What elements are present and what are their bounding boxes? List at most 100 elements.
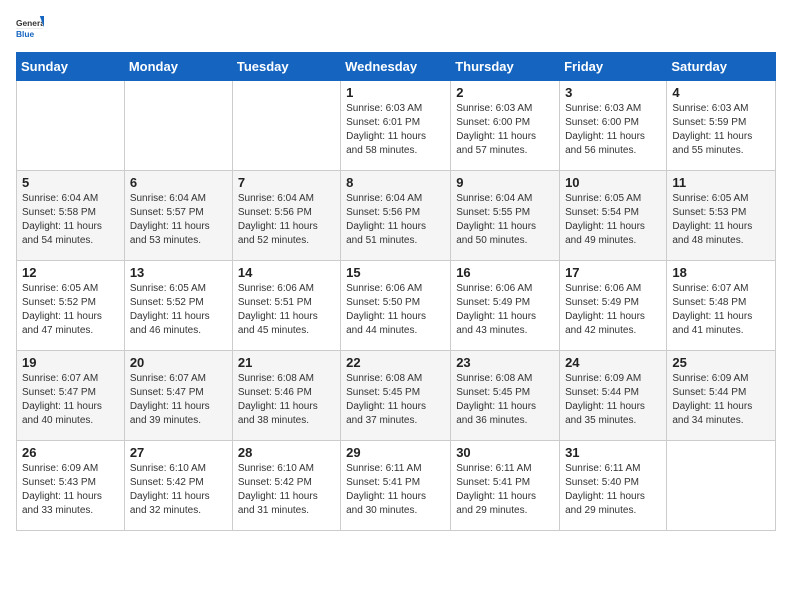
calendar-cell: 1 Sunrise: 6:03 AM Sunset: 6:01 PM Daylig… [341,81,451,171]
calendar-cell [667,441,776,531]
calendar-cell: 17 Sunrise: 6:06 AM Sunset: 5:49 PM Dayli… [560,261,667,351]
day-number: 22 [346,355,445,370]
svg-text:Blue: Blue [16,29,34,39]
logo: General Blue [16,16,44,44]
day-number: 14 [238,265,335,280]
day-info: Sunrise: 6:05 AM Sunset: 5:52 PM Dayligh… [22,282,119,338]
calendar-cell: 24 Sunrise: 6:09 AM Sunset: 5:44 PM Dayli… [560,351,667,441]
calendar-cell: 28 Sunrise: 6:10 AM Sunset: 5:42 PM Dayli… [232,441,340,531]
day-number: 3 [565,85,661,100]
day-number: 16 [456,265,554,280]
calendar-cell [17,81,125,171]
day-number: 5 [22,175,119,190]
day-number: 18 [672,265,770,280]
calendar-cell: 6Sunrise: 6:04 AM Sunset: 5:57 PM Daylig… [124,171,232,261]
calendar-cell: 15 Sunrise: 6:06 AM Sunset: 5:50 PM Dayli… [341,261,451,351]
header-day-monday: Monday [124,53,232,81]
day-info: Sunrise: 6:04 AM Sunset: 5:56 PM Dayligh… [346,192,445,248]
day-number: 30 [456,445,554,460]
header-day-tuesday: Tuesday [232,53,340,81]
day-number: 26 [22,445,119,460]
header-day-thursday: Thursday [451,53,560,81]
header-day-friday: Friday [560,53,667,81]
day-info: Sunrise: 6:04 AM Sunset: 5:58 PM Dayligh… [22,192,119,248]
day-info: Sunrise: 6:04 AM Sunset: 5:57 PM Dayligh… [130,192,227,248]
day-number: 19 [22,355,119,370]
day-number: 17 [565,265,661,280]
day-number: 9 [456,175,554,190]
day-info: Sunrise: 6:06 AM Sunset: 5:49 PM Dayligh… [565,282,661,338]
day-number: 11 [672,175,770,190]
day-number: 8 [346,175,445,190]
day-info: Sunrise: 6:09 AM Sunset: 5:44 PM Dayligh… [672,372,770,428]
day-number: 27 [130,445,227,460]
day-number: 1 [346,85,445,100]
day-number: 23 [456,355,554,370]
calendar-cell: 4Sunrise: 6:03 AM Sunset: 5:59 PM Daylig… [667,81,776,171]
day-number: 12 [22,265,119,280]
calendar-cell: 13 Sunrise: 6:05 AM Sunset: 5:52 PM Dayli… [124,261,232,351]
day-info: Sunrise: 6:03 AM Sunset: 5:59 PM Dayligh… [672,102,770,158]
day-number: 10 [565,175,661,190]
calendar-cell: 20Sunrise: 6:07 AM Sunset: 5:47 PM Dayli… [124,351,232,441]
calendar-cell: 31 Sunrise: 6:11 AM Sunset: 5:40 PM Dayli… [560,441,667,531]
week-row-5: 26 Sunrise: 6:09 AM Sunset: 5:43 PM Dayli… [17,441,776,531]
header-row: SundayMondayTuesdayWednesdayThursdayFrid… [17,53,776,81]
calendar-cell: 27 Sunrise: 6:10 AM Sunset: 5:42 PM Dayli… [124,441,232,531]
day-info: Sunrise: 6:07 AM Sunset: 5:47 PM Dayligh… [22,372,119,428]
day-number: 31 [565,445,661,460]
calendar-cell: 2Sunrise: 6:03 AM Sunset: 6:00 PM Daylig… [451,81,560,171]
day-info: Sunrise: 6:11 AM Sunset: 5:40 PM Dayligh… [565,462,661,518]
week-row-1: 1 Sunrise: 6:03 AM Sunset: 6:01 PM Daylig… [17,81,776,171]
calendar-cell: 3Sunrise: 6:03 AM Sunset: 6:00 PM Daylig… [560,81,667,171]
calendar-cell: 5 Sunrise: 6:04 AM Sunset: 5:58 PM Daylig… [17,171,125,261]
day-info: Sunrise: 6:08 AM Sunset: 5:46 PM Dayligh… [238,372,335,428]
page-header: General Blue [16,16,776,44]
day-info: Sunrise: 6:09 AM Sunset: 5:44 PM Dayligh… [565,372,661,428]
header-day-saturday: Saturday [667,53,776,81]
day-info: Sunrise: 6:05 AM Sunset: 5:53 PM Dayligh… [672,192,770,248]
day-info: Sunrise: 6:10 AM Sunset: 5:42 PM Dayligh… [238,462,335,518]
calendar-cell: 23Sunrise: 6:08 AM Sunset: 5:45 PM Dayli… [451,351,560,441]
day-info: Sunrise: 6:08 AM Sunset: 5:45 PM Dayligh… [346,372,445,428]
day-info: Sunrise: 6:05 AM Sunset: 5:52 PM Dayligh… [130,282,227,338]
day-info: Sunrise: 6:06 AM Sunset: 5:50 PM Dayligh… [346,282,445,338]
day-info: Sunrise: 6:05 AM Sunset: 5:54 PM Dayligh… [565,192,661,248]
day-info: Sunrise: 6:04 AM Sunset: 5:55 PM Dayligh… [456,192,554,248]
day-info: Sunrise: 6:10 AM Sunset: 5:42 PM Dayligh… [130,462,227,518]
header-day-sunday: Sunday [17,53,125,81]
day-number: 15 [346,265,445,280]
day-info: Sunrise: 6:09 AM Sunset: 5:43 PM Dayligh… [22,462,119,518]
day-number: 13 [130,265,227,280]
day-info: Sunrise: 6:04 AM Sunset: 5:56 PM Dayligh… [238,192,335,248]
week-row-2: 5 Sunrise: 6:04 AM Sunset: 5:58 PM Daylig… [17,171,776,261]
header-day-wednesday: Wednesday [341,53,451,81]
svg-text:General: General [16,18,44,28]
day-info: Sunrise: 6:07 AM Sunset: 5:48 PM Dayligh… [672,282,770,338]
calendar-cell: 29Sunrise: 6:11 AM Sunset: 5:41 PM Dayli… [341,441,451,531]
calendar-cell: 22 Sunrise: 6:08 AM Sunset: 5:45 PM Dayli… [341,351,451,441]
day-info: Sunrise: 6:03 AM Sunset: 6:00 PM Dayligh… [456,102,554,158]
calendar-cell: 19 Sunrise: 6:07 AM Sunset: 5:47 PM Dayli… [17,351,125,441]
day-info: Sunrise: 6:03 AM Sunset: 6:01 PM Dayligh… [346,102,445,158]
day-number: 7 [238,175,335,190]
calendar-cell: 8 Sunrise: 6:04 AM Sunset: 5:56 PM Daylig… [341,171,451,261]
day-info: Sunrise: 6:11 AM Sunset: 5:41 PM Dayligh… [456,462,554,518]
logo-icon: General Blue [16,16,44,44]
calendar-cell [124,81,232,171]
calendar-cell: 16Sunrise: 6:06 AM Sunset: 5:49 PM Dayli… [451,261,560,351]
day-number: 21 [238,355,335,370]
calendar-cell: 9 Sunrise: 6:04 AM Sunset: 5:55 PM Daylig… [451,171,560,261]
calendar-cell: 10 Sunrise: 6:05 AM Sunset: 5:54 PM Dayli… [560,171,667,261]
day-info: Sunrise: 6:07 AM Sunset: 5:47 PM Dayligh… [130,372,227,428]
calendar-cell: 14 Sunrise: 6:06 AM Sunset: 5:51 PM Dayli… [232,261,340,351]
calendar-cell: 25 Sunrise: 6:09 AM Sunset: 5:44 PM Dayli… [667,351,776,441]
day-info: Sunrise: 6:06 AM Sunset: 5:51 PM Dayligh… [238,282,335,338]
calendar-cell: 21 Sunrise: 6:08 AM Sunset: 5:46 PM Dayli… [232,351,340,441]
calendar-cell: 18 Sunrise: 6:07 AM Sunset: 5:48 PM Dayli… [667,261,776,351]
day-number: 25 [672,355,770,370]
calendar-cell [232,81,340,171]
calendar-cell: 7 Sunrise: 6:04 AM Sunset: 5:56 PM Daylig… [232,171,340,261]
day-number: 24 [565,355,661,370]
day-number: 28 [238,445,335,460]
